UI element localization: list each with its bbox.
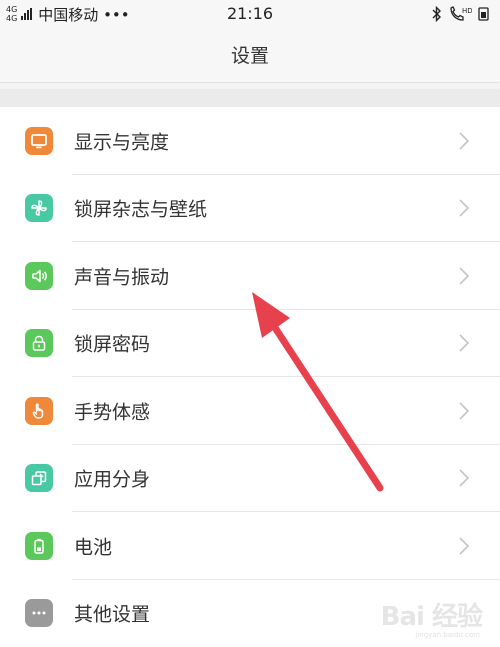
chevron-right-icon xyxy=(458,401,470,425)
section-gap xyxy=(0,83,500,107)
chevron-right-icon xyxy=(458,536,470,560)
baidu-jingyan-watermark: Bai 经验 jingyan.baidu.com xyxy=(381,596,482,633)
speaker-icon xyxy=(25,262,53,290)
page-title: 设置 xyxy=(0,41,500,68)
display-icon xyxy=(25,127,53,155)
lock-icon xyxy=(25,329,53,357)
chevron-right-icon xyxy=(458,266,470,290)
header: 设置 xyxy=(0,28,500,83)
status-right: HD xyxy=(432,4,492,24)
settings-item-wallpaper[interactable]: 锁屏杂志与壁纸 xyxy=(0,175,500,243)
settings-item-label: 其他设置 xyxy=(74,600,150,627)
hd-call-icon: HD xyxy=(448,5,472,23)
watermark-text: Bai 经验 xyxy=(381,596,482,633)
chevron-right-icon xyxy=(458,198,470,222)
battery-icon xyxy=(25,532,53,560)
status-extra-icon xyxy=(478,6,492,22)
chevron-right-icon xyxy=(458,333,470,357)
hand-icon xyxy=(25,397,53,425)
settings-item-label: 电池 xyxy=(74,532,112,559)
settings-item-display[interactable]: 显示与亮度 xyxy=(0,107,500,175)
settings-item-label: 锁屏密码 xyxy=(74,330,150,357)
settings-item-label: 锁屏杂志与壁纸 xyxy=(74,195,207,222)
settings-item-label: 手势体感 xyxy=(74,397,150,424)
settings-item-gesture[interactable]: 手势体感 xyxy=(0,377,500,445)
watermark-sub: jingyan.baidu.com xyxy=(415,631,480,639)
chevron-right-icon xyxy=(458,131,470,155)
status-bar: 4G 4G 中国移动 ••• 21:16 HD xyxy=(0,0,500,28)
pinwheel-icon xyxy=(25,194,53,222)
settings-item-label: 显示与亮度 xyxy=(74,127,169,154)
settings-list: 显示与亮度 锁屏杂志与壁纸 xyxy=(0,107,500,647)
settings-item-lock-password[interactable]: 锁屏密码 xyxy=(0,310,500,378)
settings-item-label: 声音与振动 xyxy=(74,262,169,289)
more-icon xyxy=(25,599,53,627)
chevron-right-icon xyxy=(458,468,470,492)
bluetooth-icon xyxy=(432,6,442,22)
svg-text:HD: HD xyxy=(462,7,472,15)
settings-item-app-clone[interactable]: 应用分身 xyxy=(0,445,500,513)
settings-item-battery[interactable]: 电池 xyxy=(0,512,500,580)
app-clone-icon xyxy=(25,464,53,492)
status-time: 21:16 xyxy=(0,4,500,23)
settings-item-label: 应用分身 xyxy=(74,465,150,492)
settings-item-sound[interactable]: 声音与振动 xyxy=(0,242,500,310)
